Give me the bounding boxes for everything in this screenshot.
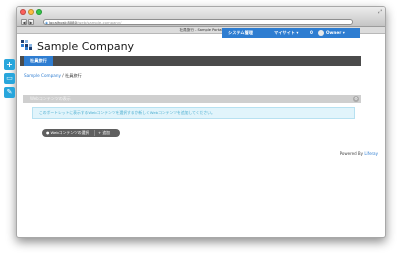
company-name[interactable]: Sample Company [37, 40, 134, 53]
breadcrumb: Sample Company / 社員旅行 [24, 73, 82, 79]
display-icon[interactable]: ▭ [4, 73, 15, 84]
edit-icon[interactable]: ✎ [4, 87, 15, 98]
globe-icon: ◉ [45, 20, 49, 25]
fullscreen-icon[interactable]: ⤢ [378, 9, 382, 15]
portlet-title: Webコンテンツの表示 [30, 96, 71, 101]
site-navigation: 社員旅行 [20, 56, 361, 66]
dockbar-notifications[interactable]: 0 [310, 28, 313, 38]
portlet-actions: ● Webコンテンツの選択 + 追加 [42, 129, 120, 137]
portlet-info-message: このポートレットに表示するWebコンテンツを選択するか新しくWebコンテンツを追… [32, 107, 355, 119]
url-path: /web/sample-company/ [77, 20, 122, 25]
company-logo[interactable] [21, 40, 32, 50]
powered-by: Powered By Liferay [340, 151, 378, 156]
dockbar: システム管理 マイサイト ▾ 0 Owner ▾ [222, 28, 360, 38]
nav-tab-company-trip[interactable]: 社員旅行 [24, 56, 53, 66]
dockbar-my-sites[interactable]: マイサイト ▾ [274, 28, 299, 38]
forward-button[interactable]: ▶ [28, 19, 34, 25]
browser-toolbar: ◀ ▶ ◉ localhost:8080/web/sample-company/ [17, 18, 385, 27]
gear-icon[interactable]: ⚙ [353, 96, 359, 102]
button-divider [94, 130, 95, 136]
address-bar[interactable]: ◉ localhost:8080/web/sample-company/ [43, 19, 353, 25]
back-button[interactable]: ◀ [21, 19, 27, 25]
breadcrumb-home[interactable]: Sample Company [24, 73, 61, 78]
select-web-content-button[interactable]: ● Webコンテンツの選択 [46, 129, 89, 137]
url-host: localhost:8080 [49, 20, 77, 25]
portlet-header: Webコンテンツの表示 ⚙ [23, 95, 361, 103]
add-icon[interactable]: + [4, 59, 15, 70]
dockbar-control-panel[interactable]: システム管理 [228, 28, 253, 38]
liferay-link[interactable]: Liferay [364, 151, 378, 156]
powered-by-label: Powered By [339, 151, 365, 156]
window-titlebar: 社員旅行 - Sample Portal ⤢ [17, 7, 385, 23]
breadcrumb-current: 社員旅行 [65, 73, 82, 78]
zoom-window-icon[interactable] [36, 9, 42, 15]
dockbar-user-menu[interactable]: Owner ▾ [326, 28, 345, 38]
minimize-window-icon[interactable] [28, 9, 34, 15]
close-window-icon[interactable] [20, 9, 26, 15]
avatar[interactable] [318, 30, 324, 36]
add-web-content-button[interactable]: + 追加 [98, 129, 110, 137]
